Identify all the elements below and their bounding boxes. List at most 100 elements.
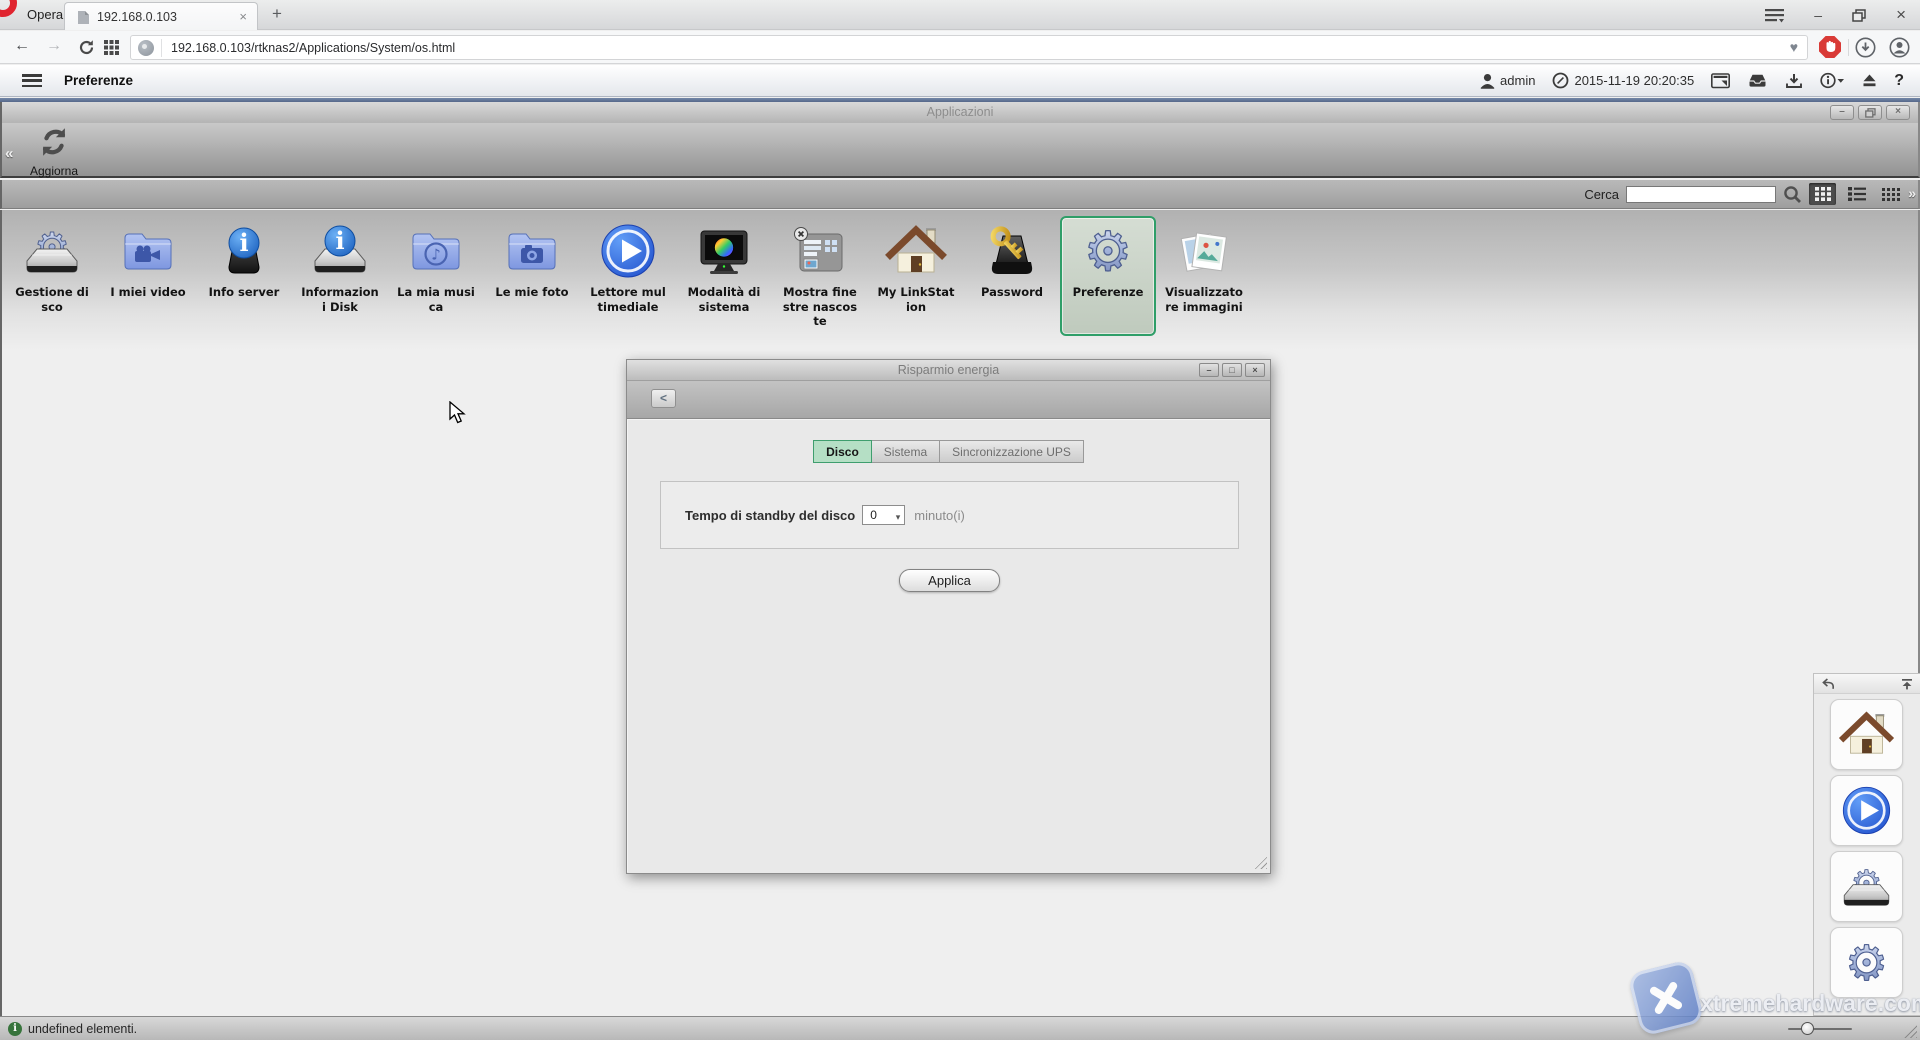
browser-close-icon[interactable]: × <box>1896 8 1906 22</box>
blocker-hand-icon[interactable] <box>1819 36 1841 58</box>
drive-key-icon <box>980 219 1044 283</box>
site-badge-icon[interactable] <box>138 40 154 56</box>
zoom-slider-track[interactable] <box>1788 1028 1852 1030</box>
url-text[interactable]: 192.168.0.103/rtknas2/Applications/Syste… <box>171 41 455 55</box>
app-mostra-finestre-nascoste[interactable]: Mostra finestre nascoste <box>772 216 868 336</box>
play-circle-icon <box>596 219 660 283</box>
browser-minimize-icon[interactable]: – <box>1814 8 1822 22</box>
collapse-left-icon[interactable]: « <box>5 145 13 162</box>
info-dropdown-icon[interactable] <box>1820 72 1845 89</box>
standby-select[interactable]: 0 ▾ <box>862 505 905 525</box>
dialog-controls: – □ × <box>1199 363 1265 377</box>
app-password[interactable]: Password <box>964 216 1060 336</box>
standby-value: 0 <box>870 508 877 522</box>
clock-icon <box>1552 72 1569 89</box>
tab-menu-icon[interactable] <box>1765 8 1784 23</box>
dock-item-lettore-multimediale[interactable] <box>1830 775 1903 846</box>
dialog-minimize-button[interactable]: – <box>1199 363 1219 377</box>
windows-icon[interactable] <box>1711 73 1730 89</box>
app-le-mie-foto[interactable]: Le mie foto <box>484 216 580 336</box>
dialog-title-bar[interactable]: Risparmio energia – □ × <box>627 360 1270 381</box>
search-input[interactable] <box>1626 186 1776 203</box>
standby-unit: minuto(i) <box>914 508 965 523</box>
dialog-close-button[interactable]: × <box>1245 363 1265 377</box>
app-visualizzatore-immagini[interactable]: Visualizzatore immagini <box>1156 216 1252 336</box>
standby-fieldset: Tempo di standby del disco 0 ▾ minuto(i) <box>660 481 1239 549</box>
tab-disco[interactable]: Disco <box>813 440 872 463</box>
tab-sincronizzazione-ups[interactable]: Sincronizzazione UPS <box>940 440 1084 463</box>
app-label: Modalità disistema <box>676 285 772 314</box>
datetime: 2015-11-19 20:20:35 <box>1574 73 1694 88</box>
list-view-button[interactable] <box>1843 183 1870 205</box>
app-label: I miei video <box>100 285 196 300</box>
download-icon[interactable] <box>1855 37 1876 58</box>
app-label: Preferenze <box>1062 285 1154 300</box>
back-icon[interactable]: ← <box>14 37 30 55</box>
folder-photo-icon <box>500 219 564 283</box>
dialog-maximize-button[interactable]: □ <box>1222 363 1242 377</box>
app-gestione-disco[interactable]: ⚙ Gestione disco <box>4 216 100 336</box>
page-title: Preferenze <box>64 73 133 88</box>
dialog-tabs: DiscoSistemaSincronizzazione UPS <box>627 440 1270 463</box>
browser-window-controls: – × <box>1765 0 1906 30</box>
mouse-cursor-icon <box>449 401 471 425</box>
app-lettore-multimediale[interactable]: Lettore multimediale <box>580 216 676 336</box>
user-indicator[interactable]: admin <box>1480 73 1535 89</box>
app-label: Visualizzatore immagini <box>1156 285 1252 314</box>
opera-logo-icon <box>0 0 17 17</box>
collapse-right-icon[interactable]: » <box>1908 185 1916 201</box>
tab-close-icon[interactable]: × <box>239 9 247 24</box>
tab-sistema[interactable]: Sistema <box>872 440 940 463</box>
reload-icon[interactable] <box>78 39 95 56</box>
window-toolbar: « Aggiorna <box>0 123 1920 178</box>
zoom-slider-knob[interactable] <box>1801 1022 1814 1035</box>
dialog-resize-grip[interactable] <box>1253 855 1267 869</box>
app-informazioni-disk[interactable]: iInformazioni Disk <box>292 216 388 336</box>
dock-item-gestione-disco[interactable]: ⚙ <box>1830 851 1903 922</box>
app-label: Lettore multimediale <box>580 285 676 314</box>
disk-gear-icon: ⚙ <box>20 219 84 283</box>
gear-icon: ⚙ <box>1838 934 1895 991</box>
opera-label: Opera <box>27 7 63 22</box>
dialog-toolbar: < <box>627 381 1270 419</box>
search-label: Cerca <box>1584 187 1619 202</box>
dense-view-button[interactable] <box>1877 183 1904 205</box>
dock-item-my-linkstation[interactable] <box>1830 699 1903 770</box>
bookmark-heart-icon[interactable]: ♥ <box>1790 39 1798 55</box>
drive-tray-icon[interactable] <box>1747 73 1768 88</box>
menu-hamburger-icon[interactable] <box>22 74 42 88</box>
apply-button[interactable]: Applica <box>899 569 1000 592</box>
browser-tab-active[interactable]: 192.168.0.103 × <box>64 2 258 30</box>
resize-grip-icon[interactable] <box>1900 1021 1917 1038</box>
undo-icon[interactable] <box>1821 678 1836 690</box>
eject-icon[interactable] <box>1862 73 1877 88</box>
refresh-button[interactable]: Aggiorna <box>22 124 86 176</box>
app-my-linkstation[interactable]: My LinkStation <box>868 216 964 336</box>
app-info-server[interactable]: iInfo server <box>196 216 292 336</box>
app-label: Mostra finestre nascoste <box>772 285 868 329</box>
collapse-top-icon[interactable] <box>1901 678 1913 690</box>
window-minimize-button[interactable]: – <box>1830 105 1854 120</box>
download-tray-icon[interactable] <box>1785 73 1803 89</box>
dialog-back-button[interactable]: < <box>651 389 676 408</box>
search-icon[interactable] <box>1783 185 1802 204</box>
app-i-miei-video[interactable]: I miei video <box>100 216 196 336</box>
app-preferenze[interactable]: ⚙ Preferenze <box>1060 216 1156 336</box>
help-icon[interactable]: ? <box>1894 72 1904 90</box>
user-name: admin <box>1500 73 1535 88</box>
url-field[interactable]: 192.168.0.103/rtknas2/Applications/Syste… <box>130 35 1808 60</box>
folder-video-icon <box>116 219 180 283</box>
grid-view-button[interactable] <box>1809 183 1836 205</box>
divider <box>1848 39 1849 56</box>
profile-icon[interactable] <box>1889 37 1910 58</box>
window-restore-button[interactable] <box>1858 105 1882 120</box>
new-tab-button[interactable]: + <box>272 4 282 24</box>
app-la-mia-musica[interactable]: ♪La mia musica <box>388 216 484 336</box>
window-close-button[interactable]: × <box>1886 105 1910 120</box>
svg-text:⚙: ⚙ <box>1084 220 1132 283</box>
speed-dial-icon[interactable] <box>104 40 119 55</box>
app-modalita-di-sistema[interactable]: Modalità disistema <box>676 216 772 336</box>
window-title-bar[interactable]: Applicazioni – × <box>0 102 1920 123</box>
browser-restore-icon[interactable] <box>1852 9 1866 22</box>
dock-item-preferenze[interactable]: ⚙ <box>1830 927 1903 998</box>
